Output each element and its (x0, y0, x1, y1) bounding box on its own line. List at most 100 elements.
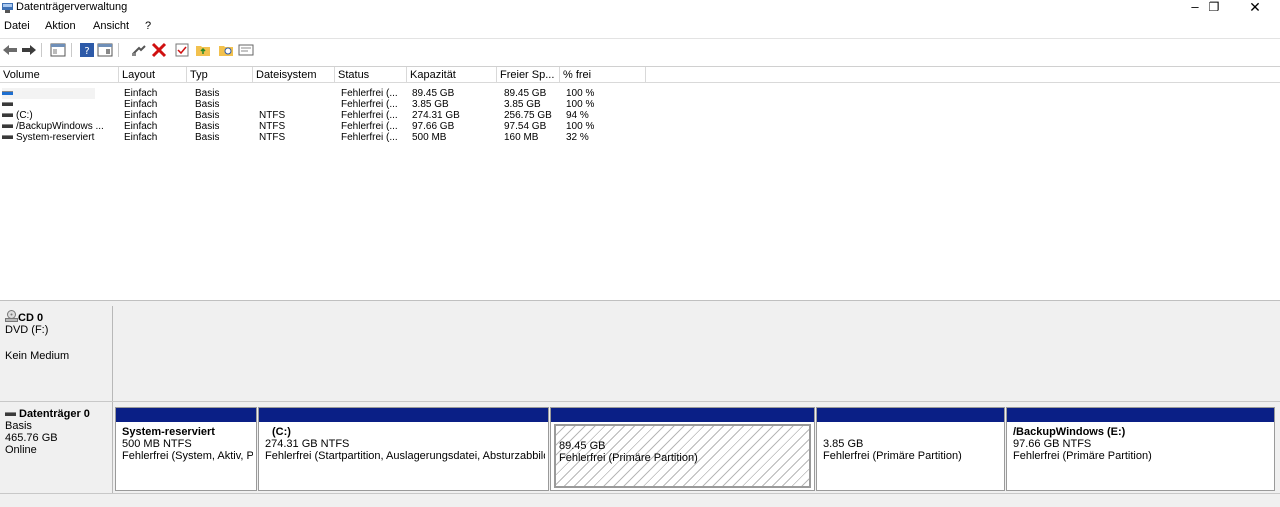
table-row[interactable]: /BackupWindows ... Einfach Basis NTFS Fe… (0, 121, 640, 132)
cd-name: CD 0 (18, 312, 44, 324)
partition-name: (C:) (272, 426, 291, 438)
partition-size: 3.85 GB (823, 438, 864, 450)
row-layout-cell: Einfach (124, 132, 158, 143)
menu-aktion[interactable]: Aktion (45, 20, 76, 32)
volume-list: Volume Layout Typ Dateisystem Status Kap… (0, 66, 1280, 300)
volume-icon (2, 113, 13, 118)
cd-drive-icon (5, 310, 18, 322)
partition-body: /BackupWindows (E:) 97.66 GB NTFS Fehler… (1010, 424, 1271, 488)
partition-status: Fehlerfrei (Primäre Partition) (823, 450, 962, 462)
partition-header-bar (116, 408, 256, 422)
disk0-size: 465.76 GB (5, 432, 58, 444)
checkbox-icon[interactable] (174, 42, 190, 58)
cd-media-area (114, 306, 1280, 401)
window-title: Datenträgerverwaltung (16, 1, 128, 13)
menu-ansicht[interactable]: Ansicht (93, 20, 129, 32)
row-typ-cell: Basis (195, 99, 220, 110)
forward-arrow-icon[interactable] (21, 42, 37, 58)
disk0-state: Online (5, 444, 37, 456)
row-volume-cell (2, 99, 95, 110)
partition-header-bar (1007, 408, 1274, 422)
row-status-cell: Fehlerfrei (... (341, 121, 398, 132)
row-prozent-frei-cell: 100 % (566, 88, 595, 99)
partition-size: 500 MB NTFS (122, 438, 192, 450)
disk0-title: Datenträger 0 (5, 408, 112, 420)
volume-icon (2, 135, 13, 140)
row-dateisystem-cell: NTFS (259, 121, 286, 132)
menu-help[interactable]: ? (145, 20, 151, 32)
column-header-typ[interactable]: Typ (187, 67, 253, 83)
partition-status: Fehlerfrei (Primäre Partition) (559, 452, 698, 464)
row-dateisystem-cell: NTFS (259, 110, 286, 121)
cd-title: CD 0 (5, 310, 112, 324)
toolbar-separator (41, 43, 42, 57)
folder-search-icon[interactable] (218, 42, 234, 58)
disk0-type: Basis (5, 420, 32, 432)
back-arrow-icon[interactable] (2, 42, 18, 58)
partition-unnamed-3gb[interactable]: 3.85 GB Fehlerfrei (Primäre Partition) (816, 407, 1005, 491)
toolbar-separator (71, 43, 72, 57)
partition-size: 97.66 GB NTFS (1013, 438, 1092, 450)
table-row[interactable]: System-reserviert Einfach Basis NTFS Feh… (0, 132, 640, 143)
partition-name: /BackupWindows (E:) (1013, 426, 1126, 438)
close-button[interactable]: ✕ (1240, 0, 1270, 17)
view-icon[interactable] (238, 42, 254, 58)
connect-icon[interactable] (131, 42, 147, 58)
row-layout-cell: Einfach (124, 121, 158, 132)
row-prozent-frei-cell: 32 % (566, 132, 589, 143)
table-row[interactable]: Einfach Basis Fehlerfrei (... 89.45 GB 8… (0, 88, 640, 99)
partition-name (559, 428, 806, 440)
toolbar: ? (0, 38, 1280, 60)
partition-status: Fehlerfrei (Primäre Partition) (1013, 450, 1152, 462)
row-prozent-frei-cell: 100 % (566, 121, 595, 132)
column-header-freier-speicher[interactable]: Freier Sp... (497, 67, 560, 83)
partition-header-bar (817, 408, 1004, 422)
properties-icon[interactable] (97, 42, 113, 58)
volume-icon (2, 124, 13, 129)
column-header-kapazitaet[interactable]: Kapazität (407, 67, 497, 83)
row-prozent-frei-cell: 100 % (566, 99, 595, 110)
partition-name (823, 426, 998, 438)
row-status-cell: Fehlerfrei (... (341, 99, 398, 110)
row-status-cell: Fehlerfrei (... (341, 132, 398, 143)
partition-size: 89.45 GB (559, 440, 606, 452)
partition-status: Fehlerfrei (System, Aktiv, Primäre Parti… (122, 450, 253, 462)
column-header-layout[interactable]: Layout (119, 67, 187, 83)
folder-up-icon[interactable] (195, 42, 211, 58)
partition-c[interactable]: (C:) 274.31 GB NTFS Fehlerfrei (Startpar… (258, 407, 549, 491)
row-freier-speicher-cell: 89.45 GB (504, 88, 547, 99)
disk-separator (0, 493, 1280, 494)
maximize-button[interactable]: ❐ (1199, 0, 1229, 17)
title-bar: Datenträgerverwaltung – ❐ ✕ (0, 0, 1280, 17)
column-header-status[interactable]: Status (335, 67, 407, 83)
row-kapazitaet-cell: 3.85 GB (412, 99, 449, 110)
row-kapazitaet-cell: 500 MB (412, 132, 447, 143)
delete-icon[interactable] (151, 42, 167, 58)
row-dateisystem-cell: NTFS (259, 132, 286, 143)
hard-disk-icon (5, 412, 16, 417)
row-kapazitaet-cell: 97.66 GB (412, 121, 455, 132)
cd-media-status: Kein Medium (5, 350, 70, 362)
partition-unnamed-89gb[interactable]: 89.45 GB Fehlerfrei (Primäre Partition) (550, 407, 815, 491)
partition-backupwindows[interactable]: /BackupWindows (E:) 97.66 GB NTFS Fehler… (1006, 407, 1275, 491)
row-volume-cell: (C:) (2, 110, 117, 121)
disk-label-cd0[interactable]: CD 0 DVD (F:) Kein Medium (0, 306, 113, 401)
row-freier-speicher-cell: 256.75 GB (504, 110, 552, 121)
table-row[interactable]: (C:) Einfach Basis NTFS Fehlerfrei (... … (0, 110, 640, 121)
partition-header-bar (551, 408, 814, 422)
disk-label-disk0[interactable]: Datenträger 0 Basis 465.76 GB Online (0, 402, 113, 493)
column-header-dateisystem[interactable]: Dateisystem (253, 67, 335, 83)
disk-list-icon[interactable] (50, 42, 66, 58)
disk-graphical-view: CD 0 DVD (F:) Kein Medium Datenträger 0 … (0, 306, 1280, 507)
row-typ-cell: Basis (195, 132, 220, 143)
row-kapazitaet-cell: 89.45 GB (412, 88, 455, 99)
column-header-volume[interactable]: Volume (0, 67, 119, 83)
partition-system-reserviert[interactable]: System-reserviert 500 MB NTFS Fehlerfrei… (115, 407, 257, 491)
row-typ-cell: Basis (195, 121, 220, 132)
partition-body: 89.45 GB Fehlerfrei (Primäre Partition) (554, 424, 811, 488)
row-prozent-frei-cell: 94 % (566, 110, 589, 121)
help-icon[interactable]: ? (79, 42, 95, 58)
column-header-prozent-frei[interactable]: % frei (560, 67, 646, 83)
menu-datei[interactable]: Datei (4, 20, 30, 32)
table-row[interactable]: Einfach Basis Fehlerfrei (... 3.85 GB 3.… (0, 99, 640, 110)
